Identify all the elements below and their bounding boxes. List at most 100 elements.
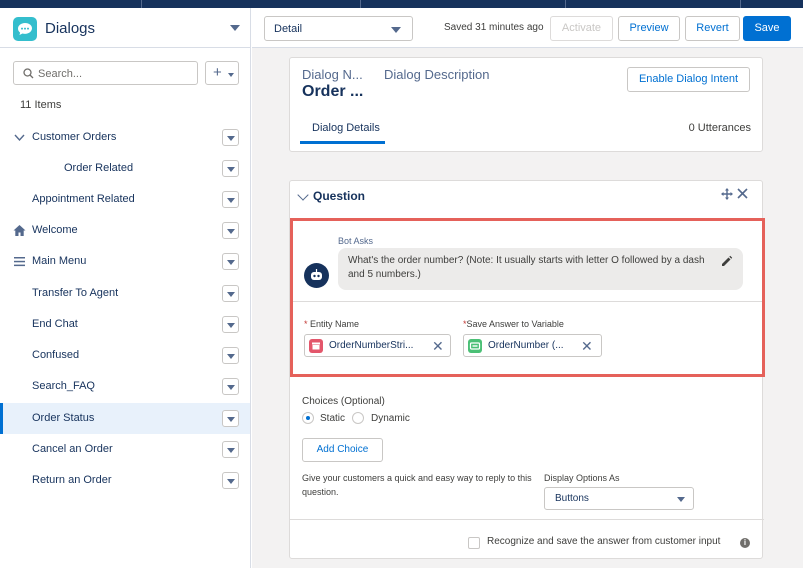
close-icon[interactable]	[737, 188, 748, 199]
question-card: Question Bot Asks What's the order numbe…	[289, 180, 765, 559]
recognize-label: Recognize and save the answer from custo…	[487, 536, 721, 547]
enable-dialog-intent-button[interactable]: Enable Dialog Intent	[627, 67, 750, 92]
question-title: Question	[313, 189, 366, 203]
dialog-description-label: Dialog Description	[384, 67, 490, 82]
item-menu-button[interactable]	[222, 160, 239, 177]
sidebar-item-customer-orders[interactable]: Customer Orders	[0, 122, 250, 153]
sidebar-item-order-status[interactable]: Order Status	[0, 403, 250, 434]
recognize-checkbox[interactable]	[468, 537, 480, 549]
home-icon	[13, 225, 26, 236]
item-menu-button[interactable]	[222, 253, 239, 270]
choices-label: Choices (Optional)	[302, 396, 385, 407]
variable-label: *Save Answer to Variable	[463, 319, 564, 329]
sidebar-item-label: Order Related	[64, 162, 134, 174]
top-strip	[0, 0, 803, 8]
radio-dynamic[interactable]	[352, 412, 364, 424]
sidebar-item-transfer-to-agent[interactable]: Transfer To Agent	[0, 278, 250, 309]
item-menu-button[interactable]	[222, 129, 239, 146]
bot-avatar	[304, 263, 329, 288]
radio-static[interactable]	[302, 412, 314, 424]
search-icon	[23, 68, 34, 79]
sidebar-item-label: Order Status	[32, 412, 95, 424]
move-icon[interactable]	[721, 188, 733, 200]
sidebar-header: Dialogs	[0, 8, 251, 48]
tab-label: Dialog Details	[312, 122, 380, 134]
chevron-down-icon[interactable]	[230, 25, 240, 31]
plus-icon: +	[213, 64, 222, 81]
item-menu-button[interactable]	[222, 222, 239, 239]
view-select[interactable]: Detail	[264, 16, 413, 41]
preview-button[interactable]: Preview	[618, 16, 680, 41]
item-menu-button[interactable]	[222, 410, 239, 427]
sidebar-item-main-menu[interactable]: Main Menu	[0, 246, 250, 277]
sidebar-item-search-faq[interactable]: Search_FAQ	[0, 371, 250, 402]
app-title: Dialogs	[45, 20, 96, 37]
item-menu-button[interactable]	[222, 316, 239, 333]
item-menu-button[interactable]	[222, 441, 239, 458]
item-menu-button[interactable]	[222, 285, 239, 302]
sidebar-item-welcome[interactable]: Welcome	[0, 215, 250, 246]
caret-down-icon	[677, 497, 685, 502]
revert-button[interactable]: Revert	[685, 16, 740, 41]
dialog-name-label: Dialog N...	[302, 67, 363, 82]
sidebar-item-cancel-an-order[interactable]: Cancel an Order	[0, 434, 250, 465]
entity-icon	[309, 339, 323, 353]
sidebar-item-label: Welcome	[32, 224, 78, 236]
edit-icon[interactable]	[721, 255, 733, 267]
chevron-down-icon[interactable]	[13, 131, 26, 144]
sidebar-item-order-related[interactable]: Order Related	[0, 153, 250, 184]
display-options-select[interactable]: Buttons	[544, 487, 694, 510]
sidebar-item-appointment-related[interactable]: Appointment Related	[0, 184, 250, 215]
sidebar-item-label: Search_FAQ	[32, 380, 95, 392]
save-status: Saved 31 minutes ago	[444, 22, 544, 33]
sidebar-item-confused[interactable]: Confused	[0, 340, 250, 371]
entity-pill[interactable]: OrderNumberStri... ✕	[304, 334, 451, 357]
save-button[interactable]: Save	[743, 16, 791, 41]
variable-icon	[468, 339, 482, 353]
variable-pill[interactable]: OrderNumber (... ✕	[463, 334, 602, 357]
divider	[293, 301, 762, 302]
dialog-name-value: Order ...	[302, 83, 364, 100]
caret-down-icon	[391, 27, 401, 33]
bot-message-bubble[interactable]: What's the order number? (Note: It usual…	[338, 248, 743, 290]
item-menu-button[interactable]	[222, 347, 239, 364]
sidebar-item-label: Customer Orders	[32, 131, 117, 143]
sidebar-item-return-an-order[interactable]: Return an Order	[0, 465, 250, 496]
tab-dialog-details[interactable]: Dialog Details	[300, 112, 385, 144]
remove-icon[interactable]: ✕	[581, 338, 593, 355]
sidebar-item-label: Appointment Related	[32, 193, 135, 205]
variable-value: OrderNumber (...	[488, 340, 564, 351]
activate-button[interactable]: Activate	[550, 16, 613, 41]
sidebar: Dialogs + 11 Items Customer Orders Order…	[0, 8, 251, 568]
item-menu-button[interactable]	[222, 191, 239, 208]
sidebar-item-label: Return an Order	[32, 474, 112, 486]
add-choice-button[interactable]: Add Choice	[302, 438, 383, 462]
sidebar-item-label: Transfer To Agent	[32, 287, 119, 299]
divider	[290, 519, 764, 520]
bot-asks-label: Bot Asks	[338, 236, 374, 246]
sidebar-item-label: Main Menu	[32, 255, 87, 267]
search-box[interactable]	[13, 61, 198, 85]
info-icon[interactable]: i	[740, 538, 750, 548]
radio-dynamic-label: Dynamic	[371, 413, 410, 424]
caret-down-icon	[228, 73, 234, 77]
item-menu-button[interactable]	[222, 378, 239, 395]
bot-message-text: What's the order number? (Note: It usual…	[348, 255, 705, 280]
sidebar-item-label: End Chat	[32, 318, 78, 330]
sidebar-item-label: Confused	[32, 349, 80, 361]
chat-icon	[13, 17, 37, 41]
choices-help-text: Give your customers a quick and easy way…	[302, 473, 532, 497]
remove-icon[interactable]: ✕	[432, 338, 444, 355]
view-select-value: Detail	[274, 23, 303, 35]
utterances-count[interactable]: 0 Utterances	[689, 122, 751, 134]
chevron-down-icon[interactable]	[297, 189, 309, 201]
item-menu-button[interactable]	[222, 472, 239, 489]
new-dialog-button[interactable]: +	[205, 61, 239, 85]
robot-icon	[311, 269, 322, 280]
menu-icon	[14, 257, 25, 267]
search-input[interactable]	[38, 66, 193, 81]
display-options-value: Buttons	[555, 493, 589, 504]
sidebar-item-end-chat[interactable]: End Chat	[0, 309, 250, 340]
entity-name-label: * Entity Name	[304, 319, 360, 329]
toolbar: Detail Saved 31 minutes ago Activate Pre…	[252, 8, 803, 48]
